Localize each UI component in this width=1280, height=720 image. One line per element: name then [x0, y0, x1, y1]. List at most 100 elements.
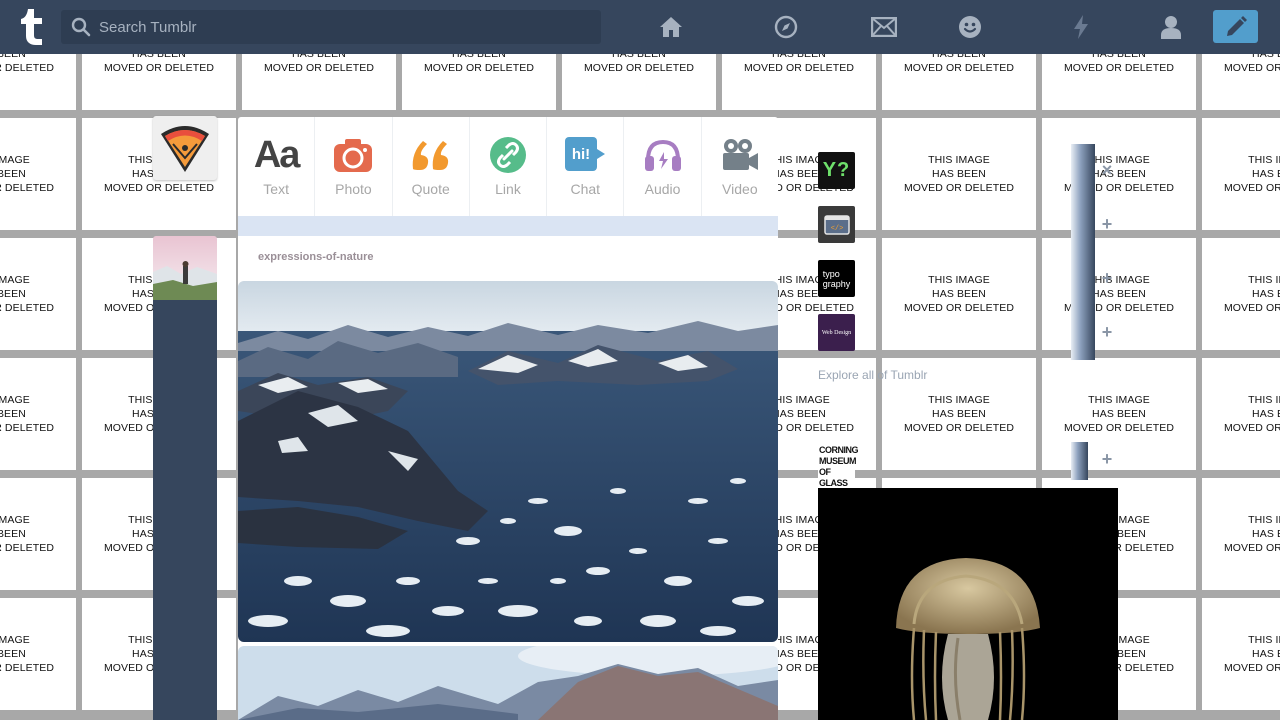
placeholder-tile: THIS IMAGE HAS BEEN MOVED OR DELETED — [1042, 118, 1196, 230]
post-type-video[interactable]: Video — [702, 117, 778, 216]
svg-text:</>: </> — [830, 225, 843, 233]
placeholder-tile: THIS IMAGE HAS BEEN MOVED OR DELETED — [882, 54, 1036, 110]
placeholder-tile-text: THIS IMAGE HAS BEEN MOVED OR DELETED — [0, 54, 55, 74]
post-type-label: Text — [263, 181, 289, 197]
radar-post-image-jellyfish[interactable] — [818, 488, 1118, 720]
yes-no-blog-icon: Y? — [822, 159, 851, 181]
placeholder-tile: THIS IMAGE HAS BEEN MOVED OR DELETED — [882, 238, 1036, 350]
placeholder-tile: THIS IMAGE HAS BEEN MOVED OR DELETED — [0, 598, 76, 710]
code-blog-icon: </> — [823, 214, 850, 235]
compose-pencil-icon — [1226, 15, 1247, 36]
recommended-blog-cover — [1071, 306, 1095, 360]
placeholder-tile: THIS IMAGE HAS BEEN MOVED OR DELETED — [0, 358, 76, 470]
tumblr-logo-icon[interactable] — [20, 9, 44, 45]
follow-plus-icon[interactable]: + — [1097, 322, 1117, 342]
placeholder-tile: THIS IMAGE HAS BEEN MOVED OR DELETED — [0, 54, 76, 110]
search-icon — [71, 17, 91, 37]
recommended-blog-avatar[interactable]: Y? — [818, 152, 855, 189]
placeholder-tile: THIS IMAGE HAS BEEN MOVED OR DELETED — [0, 478, 76, 590]
placeholder-tile: THIS IMAGE HAS BEEN MOVED OR DELETED — [1042, 54, 1196, 110]
placeholder-tile-text: THIS IMAGE HAS BEEN MOVED OR DELETED — [1223, 154, 1280, 194]
placeholder-tile-text: THIS IMAGE HAS BEEN MOVED OR DELETED — [1223, 394, 1280, 434]
placeholder-tile-text: THIS IMAGE HAS BEEN MOVED OR DELETED — [0, 154, 55, 194]
typography-blog-icon: typo graphy — [822, 268, 851, 289]
post-type-label: Chat — [570, 181, 601, 197]
pizza-slice-avatar-icon — [161, 126, 209, 172]
explore-compass-icon[interactable] — [773, 14, 799, 40]
post-type-link[interactable]: Link — [470, 117, 548, 216]
placeholder-tile: THIS IMAGE HAS BEEN MOVED OR DELETED — [402, 54, 556, 110]
account-person-icon[interactable] — [1158, 14, 1184, 40]
post-type-chat[interactable]: hi! Chat — [547, 117, 625, 216]
messaging-smiley-icon[interactable] — [957, 14, 983, 40]
user-avatar[interactable] — [153, 116, 217, 180]
follow-plus-icon[interactable]: + — [1097, 214, 1117, 234]
recommended-blog-cover — [1071, 252, 1095, 306]
recommended-blog-avatar[interactable]: </> — [818, 206, 855, 243]
headphones-icon — [644, 135, 682, 175]
placeholder-tile-text: THIS IMAGE HAS BEEN MOVED OR DELETED — [1223, 274, 1280, 314]
placeholder-tile: THIS IMAGE HAS BEEN MOVED OR DELETED — [1202, 118, 1280, 230]
composer-divider — [238, 216, 778, 236]
search-bar[interactable] — [61, 10, 601, 44]
placeholder-tile: THIS IMAGE HAS BEEN MOVED OR DELETED — [882, 118, 1036, 230]
placeholder-tile: THIS IMAGE HAS BEEN MOVED OR DELETED — [1202, 238, 1280, 350]
placeholder-tile-text: THIS IMAGE HAS BEEN MOVED OR DELETED — [903, 274, 1015, 314]
placeholder-tile-text: THIS IMAGE HAS BEEN MOVED OR DELETED — [903, 154, 1015, 194]
post-type-label: Link — [495, 181, 521, 197]
placeholder-tile: THIS IMAGE HAS BEEN MOVED OR DELETED — [1042, 358, 1196, 470]
placeholder-tile: THIS IMAGE HAS BEEN MOVED OR DELETED — [1202, 358, 1280, 470]
placeholder-tile-text: THIS IMAGE HAS BEEN MOVED OR DELETED — [1063, 394, 1175, 434]
inbox-mail-icon[interactable] — [871, 14, 897, 40]
placeholder-tile-text: THIS IMAGE HAS BEEN MOVED OR DELETED — [0, 514, 55, 554]
placeholder-tile: THIS IMAGE HAS BEEN MOVED OR DELETED — [1202, 598, 1280, 710]
quote-icon — [411, 135, 451, 175]
compose-post-button[interactable] — [1213, 10, 1258, 43]
radar-blog-cover — [1071, 442, 1088, 480]
placeholder-tile: THIS IMAGE HAS BEEN MOVED OR DELETED — [722, 54, 876, 110]
placeholder-tile: THIS IMAGE HAS BEEN MOVED OR DELETED — [0, 238, 76, 350]
recommended-blog-avatar[interactable]: Web Design — [818, 314, 855, 351]
placeholder-tile: THIS IMAGE HAS BEEN MOVED OR DELETED — [0, 118, 76, 230]
post-type-label: Quote — [411, 181, 450, 197]
placeholder-tile-text: THIS IMAGE HAS BEEN MOVED OR DELETED — [903, 54, 1015, 74]
svg-text:hi!: hi! — [572, 146, 590, 163]
post-type-photo[interactable]: Photo — [315, 117, 393, 216]
placeholder-tile-text: THIS IMAGE HAS BEEN MOVED OR DELETED — [743, 54, 855, 74]
post-type-quote[interactable]: Quote — [393, 117, 470, 216]
placeholder-tile-text: THIS IMAGE HAS BEEN MOVED OR DELETED — [903, 394, 1015, 434]
post-type-label: Audio — [644, 181, 681, 197]
follow-plus-icon[interactable]: + — [1097, 449, 1117, 469]
chat-icon: hi! — [565, 135, 606, 175]
activity-lightning-icon[interactable] — [1068, 14, 1094, 40]
post-type-text[interactable]: Aa Text — [238, 117, 316, 216]
post-type-audio[interactable]: Audio — [624, 117, 702, 216]
placeholder-tile-text: THIS IMAGE HAS BEEN MOVED OR DELETED — [0, 634, 55, 674]
placeholder-tile-text: THIS IMAGE HAS BEEN MOVED OR DELETED — [1223, 514, 1280, 554]
post-blog-avatar[interactable] — [153, 236, 217, 300]
post-username-link[interactable]: expressions-of-nature — [258, 251, 374, 263]
recommended-blog-cover — [1071, 144, 1095, 198]
search-input[interactable] — [99, 18, 579, 36]
recommended-blog-avatar[interactable]: typo graphy — [818, 260, 855, 297]
recommended-blog-cover — [1071, 198, 1095, 252]
follow-plus-icon[interactable]: × — [1097, 160, 1117, 180]
video-camera-icon — [721, 135, 759, 175]
follow-plus-icon[interactable]: + — [1097, 268, 1117, 288]
placeholder-tile-text: THIS IMAGE HAS BEEN MOVED OR DELETED — [423, 54, 535, 74]
placeholder-tile: THIS IMAGE HAS BEEN MOVED OR DELETED — [562, 54, 716, 110]
placeholder-tile-text: THIS IMAGE HAS BEEN MOVED OR DELETED — [1223, 634, 1280, 674]
top-navigation-bar — [0, 0, 1280, 54]
web-design-blog-icon: Web Design — [821, 329, 852, 336]
explore-all-link[interactable]: Explore all of Tumblr — [818, 368, 927, 382]
home-icon[interactable] — [658, 14, 684, 40]
placeholder-tile-text: THIS IMAGE HAS BEEN MOVED OR DELETED — [103, 54, 215, 74]
placeholder-tile-text: THIS IMAGE HAS BEEN MOVED OR DELETED — [583, 54, 695, 74]
corning-museum-logo: CORNING MUSEUM OF GLASS — [818, 444, 859, 490]
placeholder-tile: THIS IMAGE HAS BEEN MOVED OR DELETED — [82, 54, 236, 110]
post-type-label: Video — [722, 181, 758, 197]
radar-blog-avatar[interactable]: CORNING MUSEUM OF GLASS — [818, 444, 859, 490]
post-photo-mountains[interactable] — [238, 646, 778, 720]
post-type-composer: Aa Text Photo Quote Link hi! Chat Audio — [238, 117, 778, 216]
post-photo-fjord[interactable] — [238, 281, 778, 642]
